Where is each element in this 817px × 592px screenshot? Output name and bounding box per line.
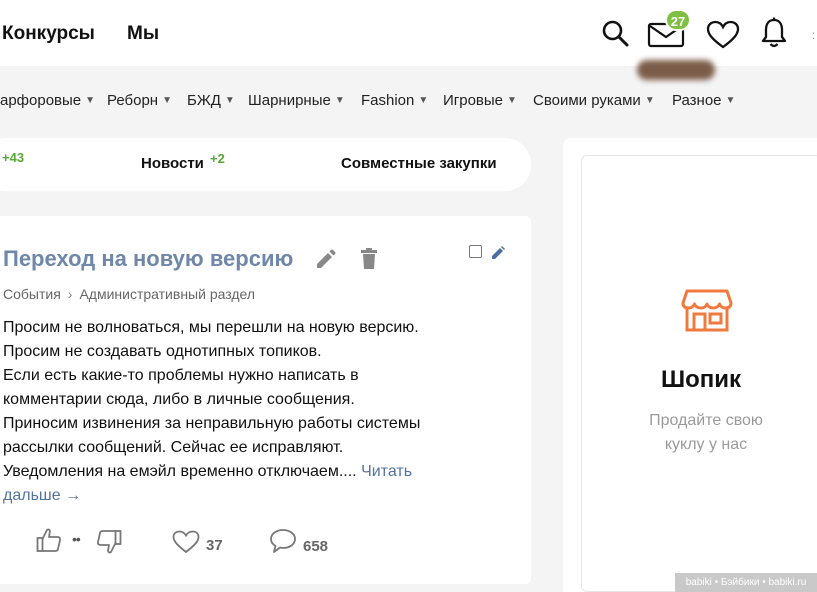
category-nav: арфоровые ▼ Реборн ▼ БЖД ▼ Шарнирные ▼ Fashi… [0,84,817,116]
edit-icon[interactable] [491,246,505,265]
trash-icon[interactable] [359,248,379,275]
breadcrumb: События › Административный раздел [3,286,255,302]
chevron-down-icon: ▼ [418,95,429,106]
post-text-line: Просим не волноваться, мы перешли на нов… [3,319,419,336]
select-checkbox[interactable] [469,245,482,258]
category-handmade[interactable]: Своими руками ▼ [533,92,655,109]
post-body: Просим не волноваться, мы перешли на нов… [3,316,473,508]
tab-group-purchases[interactable]: Совместные закупки [341,155,497,172]
category-porcelain[interactable]: арфоровые ▼ [0,92,95,109]
heart-icon[interactable] [706,20,740,50]
category-label: Реборн [107,92,159,109]
shop-subtitle-line: куклу у нас [664,436,748,453]
chevron-right-icon: › [67,286,73,302]
chevron-down-icon: ▼ [224,95,235,106]
category-reborn[interactable]: Реборн ▼ [107,92,172,109]
breadcrumb-events[interactable]: События [3,286,61,302]
category-bjd[interactable]: БЖД ▼ [187,92,235,109]
breadcrumb-admin-section[interactable]: Административный раздел [79,286,255,302]
tab-count-first: +43 [2,150,25,165]
watermark: babiki • Бэйбики • babiki.ru [675,573,817,592]
chevron-down-icon: ▼ [85,95,96,106]
read-more-link[interactable]: Читать [361,463,412,480]
category-play[interactable]: Игровые ▼ [443,92,517,109]
post-text-line-last: Уведомления на емэйл временно отключаем.… [3,460,473,484]
read-more-line: дальше → [3,484,473,508]
more-icon[interactable]: : [812,28,817,42]
avatar[interactable] [637,60,715,80]
comment-icon[interactable] [269,528,297,559]
post-text-line: Уведомления на емэйл временно отключаем.… [3,463,357,480]
category-label: Игровые [443,92,504,109]
post-text-line: рассылки сообщений. Сейчас ее исправляют… [3,439,344,456]
post-text-line: Приносим извинения за неправильную работ… [3,415,421,432]
chevron-down-icon: ▼ [162,95,172,106]
shop-icon [681,289,733,338]
post-text-line: комментарии сюда, либо в личные сообщени… [3,391,355,408]
category-label: Разное [672,92,722,109]
tab-news[interactable]: Новости [141,155,204,172]
chevron-down-icon: ▼ [334,95,345,106]
pencil-icon[interactable] [314,249,336,276]
tab-count-news: +2 [210,151,225,166]
nav-link-contests[interactable]: Конкурсы [2,23,95,45]
chevron-down-icon: ▼ [725,95,736,106]
shop-subtitle-line: Продайте свою [649,412,763,429]
category-fashion[interactable]: Fashion ▼ [361,92,428,109]
nav-link-we[interactable]: Мы [127,23,159,45]
category-misc[interactable]: Разное ▼ [672,92,735,109]
like-count: 37 [206,537,223,554]
bell-icon[interactable] [760,17,788,49]
comment-count: 658 [303,538,329,555]
category-label: БЖД [187,92,221,109]
post-text-line: Если есть какие-то проблемы нужно написа… [3,367,359,384]
chevron-down-icon: ▼ [507,95,517,106]
post-title[interactable]: Переход на новую версию [3,246,293,272]
shop-subtitle: Продайте свою куклу у нас [581,409,817,457]
top-bar [0,0,817,66]
thumbs-up-icon[interactable] [36,527,62,558]
chevron-down-icon: ▼ [644,95,655,106]
category-label: Fashion [361,92,415,109]
mail-count-badge: 27 [665,9,691,31]
like-heart-icon[interactable] [172,530,200,559]
post-text-line: Просим не создавать однотипных топиков. [3,343,322,360]
read-more-link-cont[interactable]: дальше → [3,487,81,504]
rating-value: •• [72,531,81,547]
shop-title: Шопик [660,366,742,393]
category-jointed[interactable]: Шарнирные ▼ [248,92,345,109]
thumbs-down-icon[interactable] [96,529,122,560]
category-label: арфоровые [0,92,82,109]
search-icon[interactable] [601,19,629,47]
category-label: Шарнирные [248,92,331,109]
category-label: Своими руками [533,92,641,109]
